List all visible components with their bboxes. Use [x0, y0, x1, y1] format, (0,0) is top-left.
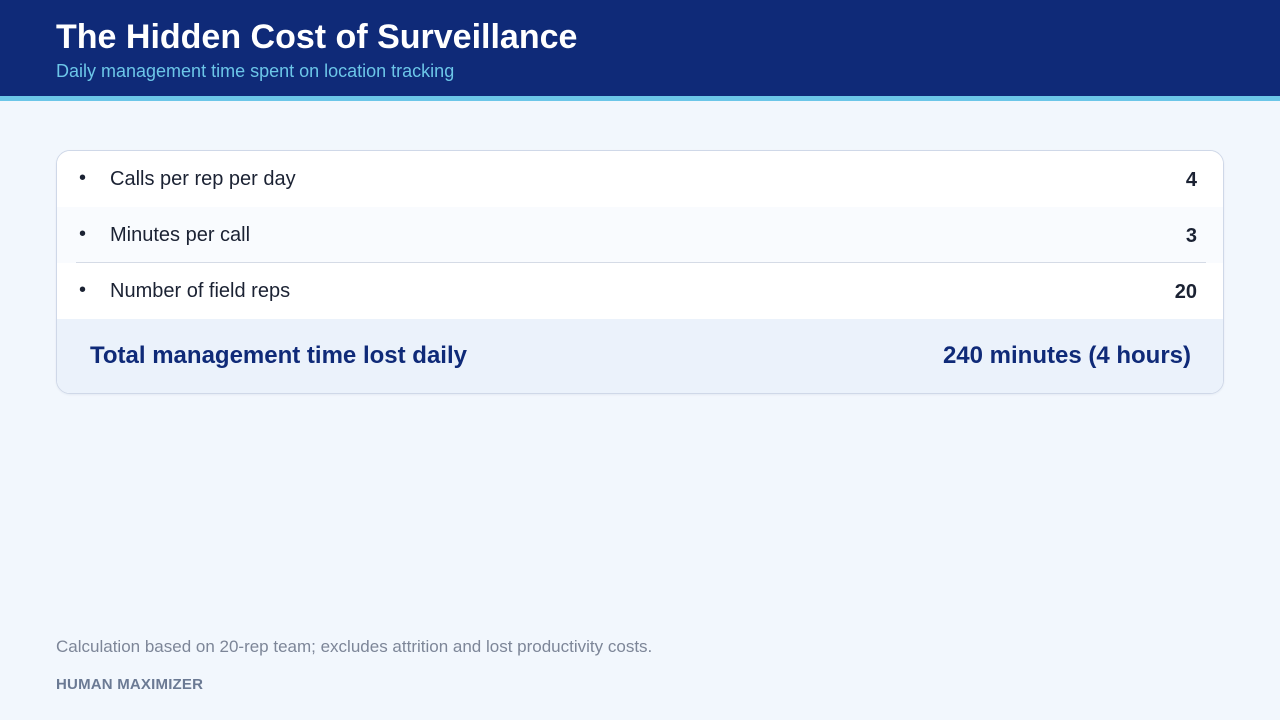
footnote: Calculation based on 20-rep team; exclud… [56, 637, 653, 656]
total-row: Total management time lost daily 240 min… [57, 319, 1223, 393]
metric-value: 3 [1185, 225, 1197, 247]
metric-label: Minutes per call [110, 224, 251, 246]
metric-row-calls-per-rep: • Calls per rep per day 4 [57, 151, 1223, 207]
cost-breakdown-card: • Calls per rep per day 4 • Minutes per … [56, 150, 1224, 394]
metric-value: 20 [1174, 281, 1197, 303]
metric-row-minutes-per-call: • Minutes per call 3 [57, 207, 1223, 263]
metric-label: Calls per rep per day [110, 168, 296, 190]
header-accent-line [0, 96, 1280, 101]
total-label: Total management time lost daily [90, 342, 467, 369]
bullet-marker: • [79, 223, 87, 245]
page-title: The Hidden Cost of Surveillance [56, 18, 578, 56]
metric-label: Number of field reps [110, 280, 291, 302]
brand-label: HUMAN MAXIMIZER [56, 676, 204, 693]
total-value: 240 minutes (4 hours) [942, 342, 1191, 369]
page-subtitle: Daily management time spent on location … [56, 61, 455, 81]
bullet-marker: • [79, 279, 87, 301]
metric-row-field-reps: • Number of field reps 20 [57, 263, 1223, 319]
metric-value: 4 [1185, 169, 1197, 191]
bullet-marker: • [79, 167, 87, 189]
